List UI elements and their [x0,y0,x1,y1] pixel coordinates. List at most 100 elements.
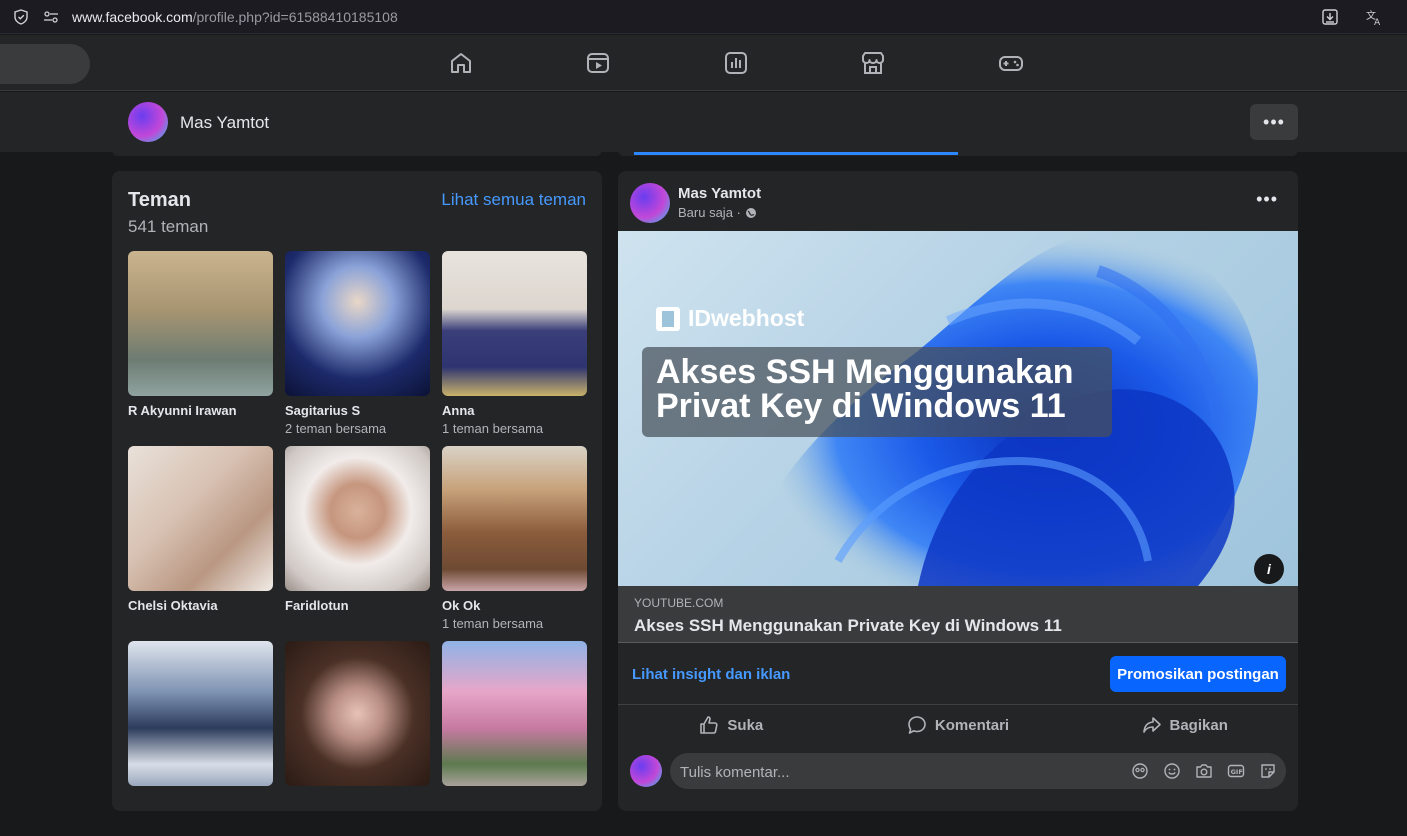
comment-tools: GIF [1130,761,1278,781]
link-title: Akses SSH Menggunakan Private Key di Win… [634,616,1062,635]
post-author[interactable]: Mas Yamtot [678,185,761,202]
link-domain: YOUTUBE.COM [634,596,724,610]
friend-name[interactable]: Ok Ok [442,598,587,613]
gif-icon[interactable]: GIF [1226,761,1246,781]
dashboard-icon [724,52,747,74]
marketplace-icon [862,52,885,74]
friend-photo[interactable] [285,251,430,396]
brand-logo: IDwebhost [656,305,804,332]
svg-text:GIF: GIF [1231,768,1243,776]
sticker-icon[interactable] [1258,761,1278,781]
like-button[interactable]: Suka [618,707,845,743]
comment-bubble-icon [908,716,926,734]
thumbs-up-icon [700,716,719,734]
friend-name[interactable]: Anna [442,403,587,418]
info-icon[interactable]: i [1254,554,1284,584]
insights-link[interactable]: Lihat insight dan iklan [632,666,790,683]
commenter-avatar[interactable] [630,755,662,787]
friend-item[interactable] [442,641,587,836]
friend-photo[interactable] [442,641,587,786]
friend-name[interactable]: R Akyunni Irawan [128,403,273,418]
friend-photo[interactable] [128,251,273,396]
headline-line-1: Akses SSH Menggunakan [656,353,1074,391]
emoji-icon[interactable] [1162,761,1182,781]
video-icon [587,53,610,73]
nav-dashboard[interactable] [667,35,805,91]
thumbnail-headline: Akses SSH Menggunakan Privat Key di Wind… [656,355,1074,423]
svg-text:A: A [1374,18,1381,26]
friend-item[interactable]: Sagitarius S 2 teman bersama [285,251,430,446]
avatar-sticker-icon[interactable] [1130,761,1150,781]
download-icon[interactable] [1321,8,1339,26]
friend-mutual: 1 teman bersama [442,616,544,631]
friends-grid: R Akyunni Irawan Sagitarius S 2 teman be… [128,251,587,836]
friend-photo[interactable] [128,641,273,786]
nav-home[interactable] [392,35,530,91]
promote-post-button[interactable]: Promosikan postingan [1110,656,1286,692]
friend-name[interactable]: Sagitarius S [285,403,430,418]
friend-photo[interactable] [128,446,273,591]
nav-marketplace[interactable] [805,35,943,91]
headline-line-2: Privat Key di Windows 11 [656,387,1066,425]
profile-sticky-bar: Mas Yamtot ••• [0,92,1407,152]
friend-item[interactable] [285,641,430,836]
comment-button[interactable]: Komentari [845,707,1072,743]
friend-photo[interactable] [285,641,430,786]
url-host: www.facebook.com [72,8,193,25]
top-navigation [0,35,1407,91]
translate-icon[interactable]: 文A [1365,8,1383,26]
friend-photo[interactable] [442,446,587,591]
active-tab-indicator [634,152,958,155]
see-all-friends-link[interactable]: Lihat semua teman [441,190,586,210]
gaming-icon [998,56,1023,71]
friend-name[interactable]: Faridlotun [285,598,430,613]
link-thumbnail[interactable]: IDwebhost Akses SSH Menggunakan Privat K… [618,231,1298,586]
profile-name[interactable]: Mas Yamtot [180,113,269,133]
browser-url-bar: www.facebook.com/profile.php?id=61588410… [0,0,1407,34]
divider [618,704,1298,705]
like-label: Suka [727,716,764,734]
home-icon [450,53,471,73]
nav-video[interactable] [530,35,668,91]
friend-item[interactable] [128,641,273,836]
url-path: /profile.php?id=61588410185108 [192,8,398,25]
friends-count: 541 teman [128,217,209,236]
search-input[interactable] [0,44,90,84]
friends-title: Teman [128,189,191,211]
shield-icon[interactable] [12,8,30,26]
brand-mark-icon [656,306,680,331]
friends-card: Teman 541 teman Lihat semua teman R Akyu… [112,171,602,811]
camera-icon[interactable] [1194,761,1214,781]
friend-photo[interactable] [442,251,587,396]
more-options-button[interactable]: ••• [1250,104,1298,140]
post-time-text[interactable]: Baru saja · [678,205,741,220]
friend-photo[interactable] [285,446,430,591]
site-permissions-icon[interactable] [42,8,60,26]
globe-icon [745,207,756,218]
comment-placeholder: Tulis komentar... [680,764,790,781]
post-timestamp: Baru saja · [678,205,757,220]
nav-gaming[interactable] [942,35,1080,91]
friend-item[interactable]: Ok Ok 1 teman bersama [442,446,587,641]
friend-item[interactable]: Faridlotun [285,446,430,641]
post-card: Mas Yamtot Baru saja · ••• IDwebhost Aks… [618,171,1298,811]
intro-card-bottom [112,150,602,156]
avatar[interactable] [630,183,670,223]
share-button[interactable]: Bagikan [1071,707,1298,743]
brand-name: IDwebhost [688,305,805,331]
friend-item[interactable]: Anna 1 teman bersama [442,251,587,446]
friend-mutual: 2 teman bersama [285,421,387,436]
avatar[interactable] [128,102,168,142]
url-text[interactable]: www.facebook.com/profile.php?id=61588410… [72,9,398,25]
share-arrow-icon [1142,717,1161,733]
link-preview-meta[interactable]: YOUTUBE.COM Akses SSH Menggunakan Privat… [618,586,1298,643]
friend-item[interactable]: Chelsi Oktavia [128,446,273,641]
friend-item[interactable]: R Akyunni Irawan [128,251,273,446]
share-label: Bagikan [1169,716,1228,734]
comment-input[interactable]: Tulis komentar... GIF [670,753,1286,789]
friend-name[interactable]: Chelsi Oktavia [128,598,273,613]
friend-mutual: 1 teman bersama [442,421,544,436]
post-actions: Suka Komentari Bagikan [618,707,1298,743]
post-more-button[interactable]: ••• [1256,189,1278,210]
comment-label: Komentari [934,716,1010,734]
